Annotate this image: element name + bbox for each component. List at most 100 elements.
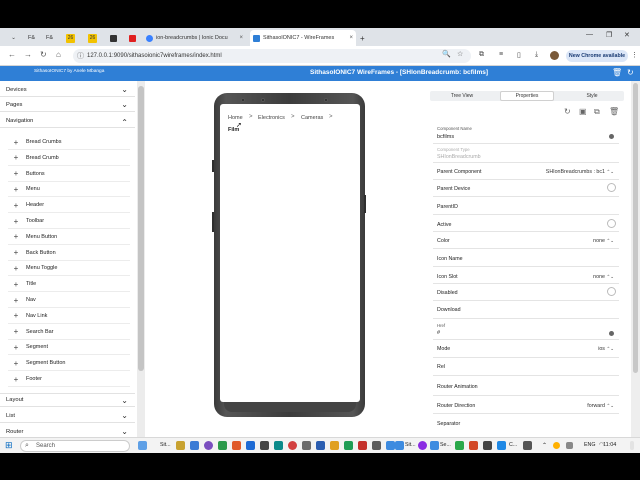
color-select[interactable]: Color none ⌃⌄ xyxy=(433,232,619,249)
zoom-icon[interactable]: 🔍 xyxy=(442,50,451,58)
disabled-toggle[interactable]: Disabled xyxy=(433,284,619,301)
tab-pinned-5[interactable] xyxy=(104,30,123,46)
show-desktop-button[interactable] xyxy=(630,441,634,450)
router-direction-select[interactable]: Router Direction forward ⌃⌄ xyxy=(433,396,619,414)
section-list[interactable]: List ⌄ xyxy=(0,409,135,423)
taskbar-app-icon[interactable] xyxy=(302,441,311,450)
sidebar-item-nav-link[interactable]: + Nav Link xyxy=(8,309,130,324)
sidebar-item-menu[interactable]: + Menu xyxy=(8,182,130,198)
taskbar-app-label[interactable]: Sit... xyxy=(405,442,416,448)
tab-properties[interactable]: Properties xyxy=(500,91,554,101)
site-info-icon[interactable]: ⓘ xyxy=(77,51,84,61)
windows-start-icon[interactable]: ⊞ xyxy=(5,441,14,450)
taskbar-app-icon[interactable] xyxy=(523,441,532,450)
address-bar[interactable]: ⓘ 127.0.0.1:9090/sithasoionic7wireframes… xyxy=(73,49,471,63)
taskbar-app-label[interactable]: Sit... xyxy=(160,442,171,448)
sidebar-scroll-thumb[interactable] xyxy=(138,86,144,371)
sidebar-item-nav[interactable]: + Nav xyxy=(8,293,130,308)
taskbar-app-icon[interactable] xyxy=(430,441,439,450)
extensions-icon[interactable]: ⧉ xyxy=(479,51,484,59)
toggle-switch[interactable] xyxy=(607,219,616,228)
section-layout[interactable]: Layout ⌄ xyxy=(0,393,135,407)
home-icon[interactable]: ⌂ xyxy=(56,50,61,59)
taskbar-app-icon[interactable] xyxy=(176,441,185,450)
icon-name-field[interactable]: Icon Name xyxy=(433,249,619,267)
sidebar-item-segment[interactable]: + Segment xyxy=(8,340,130,356)
component-name-field[interactable]: Component Name bcfilms xyxy=(433,124,619,144)
clock[interactable]: 11:04 xyxy=(603,442,616,448)
taskbar-app-icon[interactable] xyxy=(344,441,353,450)
sidebar-item-menu-toggle[interactable]: + Menu Toggle xyxy=(8,261,130,277)
section-navigation[interactable]: Navigation ⌃ xyxy=(0,114,135,128)
refresh-icon[interactable]: ↻ xyxy=(564,107,571,116)
toggle-switch[interactable] xyxy=(607,287,616,296)
taskbar-search[interactable]: ⌕ Search xyxy=(20,440,130,452)
download-field[interactable]: Download xyxy=(433,301,619,319)
delete-icon[interactable]: 🗑 xyxy=(612,68,622,77)
taskbar-app-icon[interactable] xyxy=(246,441,255,450)
taskbar-app-icon[interactable] xyxy=(497,441,506,450)
language-indicator[interactable]: ENG xyxy=(584,442,595,448)
tab-search-icon[interactable]: ⌄ xyxy=(4,30,23,46)
taskbar-app-icon[interactable] xyxy=(386,441,395,450)
sidebar-item-buttons[interactable]: + Buttons xyxy=(8,167,130,182)
delete-icon[interactable]: 🗑 xyxy=(609,107,619,116)
clear-icon[interactable] xyxy=(609,134,614,139)
tab-pinned-1[interactable]: F& xyxy=(22,30,41,46)
taskbar-app-icon[interactable] xyxy=(469,441,478,450)
maximize-icon[interactable]: ❐ xyxy=(606,31,612,39)
close-window-icon[interactable]: ✕ xyxy=(624,31,630,39)
taskbar-app-icon[interactable] xyxy=(232,441,241,450)
parentid-field[interactable]: ParentID xyxy=(433,197,619,215)
icon-slot-select[interactable]: Icon Slot none ⌃⌄ xyxy=(433,267,619,284)
sidebar-item-search-bar[interactable]: + Search Bar xyxy=(8,325,130,340)
close-tab-icon[interactable]: × xyxy=(349,35,353,41)
taskbar-app-label[interactable]: C... xyxy=(509,442,517,448)
parent-device-toggle[interactable]: Parent Device xyxy=(433,180,619,197)
taskbar-app-icon[interactable] xyxy=(260,441,269,450)
copy-icon[interactable]: ⧉ xyxy=(594,107,600,117)
tab-pinned-2[interactable]: F& xyxy=(40,30,59,46)
parent-component-select[interactable]: Parent Component SHIonBreadcrumbs : bc1 … xyxy=(433,163,619,180)
sidebar-item-toolbar[interactable]: + Toolbar xyxy=(8,214,130,229)
tray-icon[interactable] xyxy=(566,442,573,449)
taskbar-app-icon[interactable] xyxy=(358,441,367,450)
tab-pinned-6[interactable] xyxy=(123,30,142,46)
taskbar-app-icon[interactable] xyxy=(204,441,213,450)
sidebar-item-segment-button[interactable]: + Segment Button xyxy=(8,356,130,372)
taskbar-app-icon[interactable] xyxy=(138,441,147,450)
tab-style[interactable]: Style xyxy=(566,91,618,101)
refresh-icon[interactable]: ↻ xyxy=(627,68,634,77)
chrome-update-button[interactable]: New Chrome available xyxy=(566,50,628,62)
chrome-menu-icon[interactable]: ⋮ xyxy=(631,51,638,59)
forward-icon[interactable]: → xyxy=(24,50,32,59)
taskbar-app-icon[interactable] xyxy=(372,441,381,450)
close-tab-icon[interactable]: × xyxy=(239,35,243,41)
taskbar-app-icon[interactable] xyxy=(330,441,339,450)
taskbar-app-icon[interactable] xyxy=(218,441,227,450)
reload-icon[interactable]: ↻ xyxy=(40,50,47,59)
downloads-icon[interactable]: ⤓ xyxy=(535,51,538,59)
back-icon[interactable]: ← xyxy=(8,50,16,59)
tray-icon[interactable] xyxy=(553,442,560,449)
reading-list-icon[interactable]: ≡ xyxy=(499,51,503,58)
taskbar-app-icon[interactable] xyxy=(418,441,427,450)
sidebar-item-menu-button[interactable]: + Menu Button xyxy=(8,230,130,245)
sidebar-item-header[interactable]: + Header xyxy=(8,198,130,214)
taskbar-app-icon[interactable] xyxy=(483,441,492,450)
section-pages[interactable]: Pages ⌄ xyxy=(0,98,135,112)
taskbar-app-icon[interactable] xyxy=(455,441,464,450)
taskbar-app-icon[interactable] xyxy=(190,441,199,450)
separator-field[interactable]: Separator xyxy=(433,414,619,432)
tray-chevron-icon[interactable]: ⌃ xyxy=(542,442,547,449)
taskbar-app-icon[interactable] xyxy=(316,441,325,450)
sidebar-item-footer[interactable]: + Footer xyxy=(8,372,130,387)
breadcrumb-cameras[interactable]: Cameras xyxy=(301,115,323,121)
taskbar-app-icon[interactable] xyxy=(288,441,297,450)
profile-avatar[interactable] xyxy=(550,51,559,60)
minimize-icon[interactable]: — xyxy=(586,31,593,38)
bookmark-star-icon[interactable]: ☆ xyxy=(457,50,463,58)
tab-wireframes[interactable]: SithasolONIC7 - WireFrames × xyxy=(250,30,356,46)
mode-select[interactable]: Mode ios ⌃⌄ xyxy=(433,340,619,358)
sidebar-item-title[interactable]: + Title xyxy=(8,277,130,293)
